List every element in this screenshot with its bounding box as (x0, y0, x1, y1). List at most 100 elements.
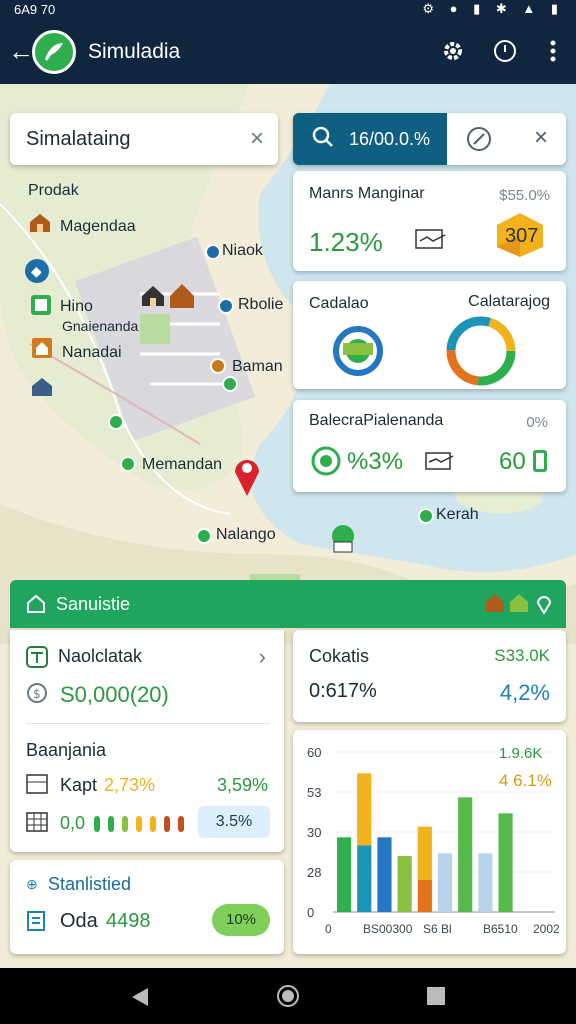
stats-badge[interactable]: 10% (212, 904, 270, 936)
bar-chart-card[interactable]: 60 53 30 28 0 0 BS00300 S6 Bl B6510 2002 1.9.6K 4 6… (293, 730, 566, 954)
chart-bar (397, 856, 412, 912)
status-icons: ⚙ ● ▮ ✱ ▲ ▮ (422, 1, 564, 16)
naolclatak-value: S0,000(20) (60, 682, 169, 707)
map-marker-icon[interactable] (30, 294, 52, 316)
chart-y-tick: 53 (307, 785, 321, 800)
bal-card-right: 60 (499, 448, 526, 475)
map-pin-icon[interactable] (196, 528, 212, 544)
map-pin-icon[interactable]: ◆ (22, 256, 49, 283)
cokatis-value-left: 0:617% (309, 680, 377, 702)
more-vert-icon[interactable] (538, 36, 568, 66)
map-pin-icon[interactable] (108, 414, 124, 430)
cadalao-title: Cadalao (309, 295, 369, 312)
stats-card[interactable]: ⊕ Stanlistied Oda 4498 10% (10, 860, 284, 954)
map-label-magendaa: Magendaa (60, 218, 136, 235)
clear-icon[interactable]: × (534, 124, 548, 152)
coin-icon: $ (26, 682, 48, 709)
panel-header[interactable]: Sanuistie (10, 580, 566, 628)
house-icon[interactable] (30, 376, 52, 398)
chart-x-tick: BS00300 (363, 922, 413, 936)
margin-card[interactable]: Manrs Manginar $55.0% 1.23% 307 (293, 171, 566, 271)
map-label-niaok: Niaok (222, 242, 263, 259)
location-icon[interactable] (536, 594, 552, 619)
row2-chip[interactable]: 3.5% (198, 806, 270, 838)
value-search-text: 16/00.0.% (349, 129, 431, 149)
map-label-kerah: Kerah (436, 506, 479, 523)
status-time: 6A9 70 (14, 2, 56, 17)
house-icon[interactable] (30, 336, 52, 358)
house-icon[interactable] (168, 282, 194, 308)
location-search-bar[interactable]: Simalataing × (10, 113, 278, 165)
power-icon[interactable] (490, 36, 520, 66)
nav-back-icon[interactable] (130, 986, 150, 1013)
home-icon (26, 594, 46, 619)
chart-bar (498, 813, 513, 912)
nav-recents-icon[interactable] (426, 986, 446, 1011)
cokatis-card[interactable]: Cokatis S33.0K 0:617% 4,2% (293, 630, 566, 722)
chart-bar (478, 853, 493, 912)
map-pin-icon[interactable] (210, 358, 226, 374)
compass-icon[interactable] (465, 125, 493, 158)
cokatis-title: Cokatis (309, 646, 370, 666)
mini-bars (94, 814, 190, 839)
clear-icon[interactable]: × (250, 125, 264, 153)
target-icon (311, 446, 341, 481)
chart-icon (26, 646, 48, 673)
svg-text:◆: ◆ (31, 264, 42, 280)
map-label-nalango: Nalango (216, 526, 276, 543)
progress-icon (533, 450, 547, 472)
stats-label: Oda (60, 910, 98, 932)
chart-x-tick: 0 (325, 922, 332, 936)
divider (26, 723, 270, 724)
house-icon[interactable] (140, 284, 164, 306)
kapt-highlight: 2,73% (104, 775, 156, 795)
document-icon (26, 910, 48, 937)
map-pin-icon[interactable] (205, 244, 221, 260)
kapt-label: Kapt (60, 775, 98, 795)
grid-icon (26, 812, 48, 837)
nav-home-icon[interactable] (276, 984, 300, 1013)
app-logo-icon (32, 30, 76, 74)
table-icon (26, 774, 48, 799)
bal-card[interactable]: BalecraPialenanda 0% %3% 60 (293, 400, 566, 492)
chart-x-tick: B6510 (483, 922, 518, 936)
back-icon[interactable]: ← (8, 36, 34, 66)
bal-card-value: %3% (347, 448, 404, 475)
calatarajog-title: Calatarajog (468, 293, 550, 310)
margin-card-value: 1.23% (309, 227, 383, 257)
donut-chart-icon (443, 313, 519, 394)
map-pin-icon[interactable] (218, 298, 234, 314)
cokatis-value-right: 4,2% (499, 680, 550, 705)
house-icon[interactable] (508, 592, 530, 619)
naolclatak-title: Naolclatak (58, 646, 143, 666)
chart-bar (417, 880, 432, 912)
selected-location-pin-icon[interactable] (232, 454, 259, 496)
chart-bar (357, 845, 372, 912)
cadalao-card[interactable]: Cadalao Calatarajog (293, 281, 566, 389)
margin-card-sub: $55.0% (499, 187, 550, 204)
system-nav-bar (0, 968, 576, 1024)
house-icon[interactable] (28, 212, 50, 234)
map-label-rbolie: Rbolie (238, 296, 284, 313)
score-badge-value: 307 (505, 225, 539, 247)
house-icon[interactable] (484, 592, 506, 619)
bal-card-corner: 0% (526, 414, 548, 431)
location-search-text[interactable]: Simalataing (26, 128, 131, 151)
naolclatak-card[interactable]: Naolclatak › $ S0,000(20) Baanjania Kapt… (10, 630, 284, 852)
chevron-right-icon[interactable]: › (259, 644, 266, 670)
value-search-field[interactable]: 16/00.0.% (293, 113, 447, 165)
search-icon (311, 125, 335, 154)
trend-chart-icon (425, 450, 455, 477)
chart-bar (377, 837, 392, 912)
status-bar: 6A9 70 ⚙ ● ▮ ✱ ▲ ▮ (0, 0, 576, 20)
value-search-bar[interactable]: 16/00.0.% × (293, 113, 566, 165)
panel-header-title: Sanuistie (56, 594, 131, 614)
map-pin-icon[interactable] (120, 456, 136, 472)
tree-icon (328, 524, 354, 553)
map-pin-icon[interactable] (418, 508, 434, 524)
map-label-prodak: Prodak (28, 182, 79, 199)
svg-text:$: $ (33, 687, 41, 701)
map-pin-icon[interactable] (222, 376, 238, 392)
cokatis-title-value: S33.0K (494, 646, 550, 665)
settings-icon[interactable] (438, 36, 468, 66)
